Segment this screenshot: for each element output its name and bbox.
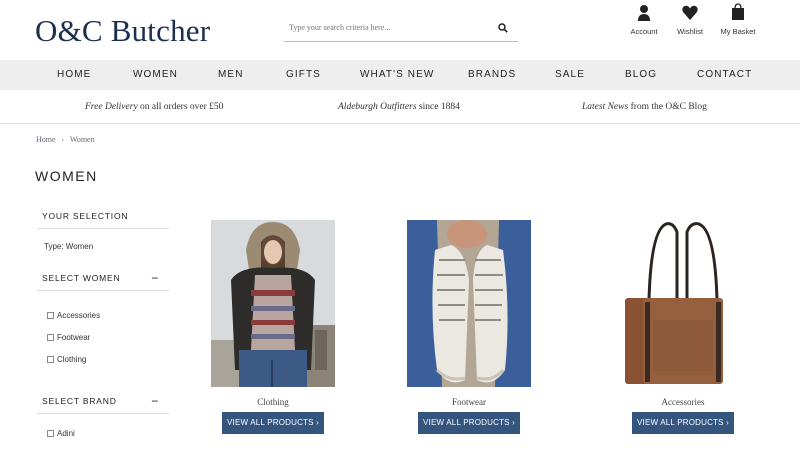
search-input[interactable] (284, 23, 489, 32)
checkbox[interactable] (47, 311, 54, 319)
filter-option-clothing[interactable]: Clothing (37, 348, 169, 370)
category-card-accessories: Accessories VIEW ALL PRODUCTS › (621, 220, 745, 434)
promo-news[interactable]: Latest News from the O&C Blog (582, 90, 707, 124)
wishlist-link[interactable]: Wishlist (670, 2, 710, 36)
breadcrumb-current: Women (69, 135, 95, 144)
view-all-products-button[interactable]: VIEW ALL PRODUCTS › (632, 412, 734, 434)
nav-sale[interactable]: SALE (555, 60, 585, 90)
brand-filter-list: Adini (37, 414, 169, 460)
view-all-products-button[interactable]: VIEW ALL PRODUCTS › (418, 412, 520, 434)
filter-sidebar: YOUR SELECTION Type: Women SELECT WOMEN … (37, 205, 169, 460)
user-icon (624, 2, 664, 24)
wishlist-label: Wishlist (677, 27, 703, 36)
select-brand-heading[interactable]: SELECT BRAND − (37, 390, 169, 414)
basket-label: My Basket (720, 27, 756, 36)
search-bar (284, 14, 518, 42)
heart-icon (670, 2, 710, 24)
checkbox[interactable] (47, 333, 54, 341)
account-label: Account (630, 27, 658, 36)
search-icon[interactable] (493, 18, 513, 38)
site-header: O&C Butcher Account Wishlist My Basket (0, 0, 800, 60)
category-card-footwear: Footwear VIEW ALL PRODUCTS › (407, 220, 531, 434)
category-name[interactable]: Accessories (621, 397, 745, 407)
basket-link[interactable]: My Basket (718, 2, 758, 36)
clothing-image[interactable] (211, 220, 335, 387)
breadcrumb-home[interactable]: Home (36, 135, 56, 144)
promo-delivery[interactable]: Free Delivery on all orders over £50 (85, 90, 223, 124)
category-card-clothing: Clothing VIEW ALL PRODUCTS › (211, 220, 335, 434)
breadcrumb: Home › Women (36, 135, 95, 144)
nav-women[interactable]: WOMEN (133, 60, 178, 90)
footwear-image[interactable] (407, 220, 531, 387)
select-women-heading[interactable]: SELECT WOMEN − (37, 267, 169, 291)
nav-men[interactable]: MEN (218, 60, 244, 90)
site-logo[interactable]: O&C Butcher (35, 13, 210, 49)
collapse-icon[interactable]: − (151, 390, 159, 412)
nav-home[interactable]: HOME (57, 60, 91, 90)
nav-whats-new[interactable]: WHAT'S NEW (360, 60, 434, 90)
accessories-image[interactable] (621, 220, 745, 387)
nav-contact[interactable]: CONTACT (697, 60, 752, 90)
collapse-icon[interactable]: − (151, 267, 159, 289)
nav-gifts[interactable]: GIFTS (286, 60, 321, 90)
nav-brands[interactable]: BRANDS (468, 60, 516, 90)
filter-option-adini[interactable]: Adini (37, 422, 169, 444)
checkbox[interactable] (47, 355, 54, 363)
filter-option-footwear[interactable]: Footwear (37, 326, 169, 348)
promo-bar: Free Delivery on all orders over £50 Ald… (0, 90, 800, 124)
category-name[interactable]: Footwear (407, 397, 531, 407)
your-selection-heading: YOUR SELECTION (37, 205, 169, 229)
selection-value[interactable]: Type: Women (37, 229, 169, 267)
view-all-products-button[interactable]: VIEW ALL PRODUCTS › (222, 412, 324, 434)
nav-blog[interactable]: BLOG (625, 60, 657, 90)
page-title: WOMEN (35, 168, 98, 184)
promo-heritage[interactable]: Aldeburgh Outfitters since 1884 (338, 90, 460, 124)
women-filter-list: Accessories Footwear Clothing (37, 291, 169, 390)
breadcrumb-separator: › (61, 136, 64, 144)
checkbox[interactable] (47, 429, 54, 437)
account-link[interactable]: Account (624, 2, 664, 36)
shopping-bag-icon (718, 2, 758, 24)
filter-option-accessories[interactable]: Accessories (37, 304, 169, 326)
category-name[interactable]: Clothing (211, 397, 335, 407)
main-nav: HOME WOMEN MEN GIFTS WHAT'S NEW BRANDS S… (0, 60, 800, 90)
